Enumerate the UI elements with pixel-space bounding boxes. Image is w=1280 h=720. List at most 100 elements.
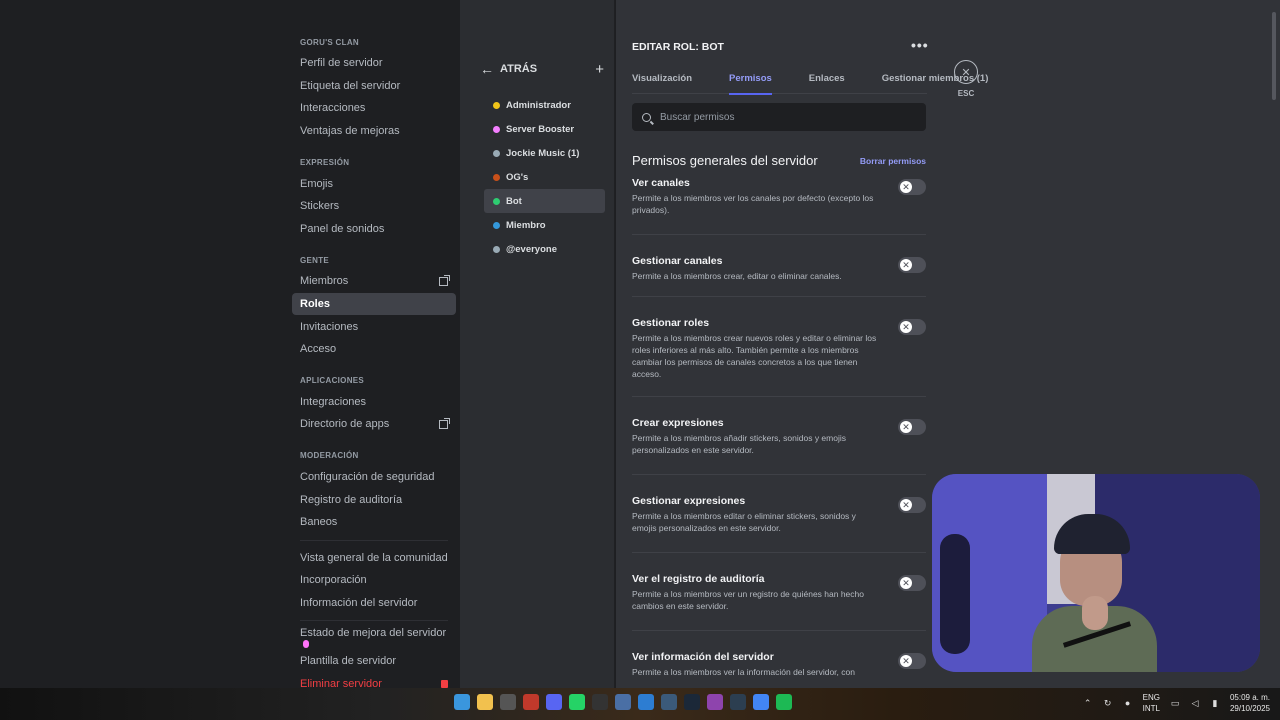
whatsapp-icon[interactable] [569, 694, 585, 710]
language-bottom: INTL [1142, 704, 1160, 713]
permission-toggle[interactable]: ✕ [898, 179, 926, 195]
permission-name: Ver el registro de auditoría [632, 573, 765, 585]
permission-description: Permite a los miembros ver un registro d… [632, 589, 864, 611]
tab-visualizacion[interactable]: Visualización [632, 70, 692, 94]
sidebar-item-plantilla-de-servidor[interactable]: Plantilla de servidor [292, 650, 456, 673]
volume-icon[interactable]: ◁ [1190, 698, 1200, 708]
network-icon[interactable]: ▭ [1170, 698, 1180, 708]
sidebar-item-incorporacion[interactable]: Incorporación [292, 569, 456, 592]
video-app-icon[interactable] [523, 694, 539, 710]
tab-permisos[interactable]: Permisos [729, 70, 772, 95]
clear-permissions-link[interactable]: Borrar permisos [860, 156, 926, 166]
clock[interactable]: 05:09 a. m. 29/10/2025 [1230, 692, 1270, 714]
webcam-person [1032, 514, 1157, 672]
sidebar-item-miembros[interactable]: Miembros [292, 270, 456, 293]
permission-description: Permite a los miembros crear, editar o e… [632, 271, 842, 281]
permission-toggle[interactable]: ✕ [898, 497, 926, 513]
role-name: @everyone [506, 243, 557, 255]
search-bar[interactable] [632, 103, 926, 131]
tab-enlaces[interactable]: Enlaces [809, 70, 845, 94]
search-icon [642, 112, 651, 122]
app-icon[interactable] [730, 694, 746, 710]
role-item-administrador[interactable]: Administrador [484, 93, 605, 117]
sidebar-item-label: Registro de auditoría [300, 493, 403, 506]
webcam-guitar [940, 534, 970, 654]
app-icon[interactable] [615, 694, 631, 710]
sidebar-item-directorio-de-apps[interactable]: Directorio de apps [292, 413, 456, 436]
roles-column: ← ATRÁS + Administrador Server Booster Joc… [460, 0, 615, 688]
sidebar-item-registro-de-auditoria[interactable]: Registro de auditoría [292, 488, 456, 511]
permission-toggle[interactable]: ✕ [898, 319, 926, 335]
role-color-dot [493, 197, 500, 205]
permission-toggle[interactable]: ✕ [898, 257, 926, 273]
sidebar-item-label: Plantilla de servidor [300, 655, 396, 668]
sidebar-item-estado-de-mejora-del-servidor[interactable]: Estado de mejora del servidor [292, 627, 456, 650]
sidebar-item-label: Acceso [300, 343, 337, 356]
permission-description: Permite a los miembros ver la informació… [632, 667, 855, 677]
permission-toggle[interactable]: ✕ [898, 419, 926, 435]
role-item-miembro[interactable]: Miembro [484, 213, 605, 237]
role-item-bot[interactable]: Bot [484, 189, 605, 213]
chevron-up-icon[interactable]: ⌃ [1083, 698, 1093, 708]
permission-toggle[interactable]: ✕ [898, 653, 926, 669]
permission-toggle[interactable]: ✕ [898, 575, 926, 591]
obs-icon[interactable] [592, 694, 608, 710]
arrow-left-icon: ← [480, 61, 494, 77]
sidebar-item-label: Estado de mejora del servidor [300, 626, 447, 639]
toggle-off-icon: ✕ [900, 577, 912, 589]
role-name: Bot [506, 195, 522, 207]
sidebar-item-perfil-de-servidor[interactable]: Perfil de servidor [292, 52, 456, 75]
sidebar-divider [300, 620, 448, 622]
sidebar-item-label: Panel de sonidos [300, 222, 385, 235]
discord-icon[interactable] [546, 694, 562, 710]
chrome-icon[interactable] [500, 694, 516, 710]
windows-start-icon[interactable] [454, 694, 470, 710]
sidebar-item-baneos[interactable]: Baneos [292, 511, 456, 534]
sidebar-item-stickers[interactable]: Stickers [292, 195, 456, 218]
app-icon[interactable] [638, 694, 654, 710]
sidebar-item-configuracion-de-seguridad[interactable]: Configuración de seguridad [292, 466, 456, 489]
file-explorer-icon[interactable] [477, 694, 493, 710]
calculator-icon[interactable] [661, 694, 677, 710]
role-item-server-booster[interactable]: Server Booster [484, 117, 605, 141]
section-title: Permisos generales del servidor [632, 153, 818, 168]
add-role-button[interactable]: + [595, 62, 604, 77]
permission-description: Permite a los miembros ver los canales p… [632, 193, 874, 215]
app-icon[interactable] [707, 694, 723, 710]
sidebar-item-panel-de-sonidos[interactable]: Panel de sonidos [292, 218, 456, 241]
sidebar-item-etiqueta-del-servidor[interactable]: Etiqueta del servidor [292, 75, 456, 98]
settings-sidebar: GORU'S CLAN Perfil de servidor Etiqueta de… [0, 0, 460, 690]
back-button[interactable]: ← ATRÁS [480, 62, 537, 76]
sidebar-item-vista-general-de-la-comunidad[interactable]: Vista general de la comunidad [292, 547, 456, 570]
search-input[interactable] [660, 111, 900, 123]
role-item-jockie-music-1[interactable]: Jockie Music (1) [484, 141, 605, 165]
steam-icon[interactable] [684, 694, 700, 710]
role-item-everyone[interactable]: @everyone [484, 237, 605, 261]
app-icon[interactable] [753, 694, 769, 710]
sidebar-item-acceso[interactable]: Acceso [292, 338, 456, 361]
more-options-button[interactable]: ••• [911, 37, 929, 53]
sidebar-divider [300, 539, 448, 541]
sync-icon[interactable]: ↻ [1103, 698, 1113, 708]
permission-item: Crear expresiones Permite a los miembros … [632, 397, 926, 475]
language-indicator[interactable]: ENG INTL [1143, 692, 1160, 714]
scrollbar[interactable] [1272, 12, 1276, 100]
role-color-dot [493, 245, 500, 253]
clock-time: 05:09 a. m. [1229, 693, 1270, 702]
permission-item: Gestionar canales Permite a los miembros … [632, 235, 926, 297]
tab-gestionar-miembros-1[interactable]: Gestionar miembros (1) [882, 70, 989, 94]
sidebar-item-integraciones[interactable]: Integraciones [292, 391, 456, 414]
role-item-og-s[interactable]: OG's [484, 165, 605, 189]
permission-name: Crear expresiones [632, 417, 724, 429]
sidebar-item-emojis[interactable]: Emojis [292, 172, 456, 195]
sidebar-item-label: Emojis [300, 177, 334, 190]
battery-icon[interactable]: ▮ [1210, 698, 1220, 708]
sidebar-item-informacion-del-servidor[interactable]: Información del servidor [292, 592, 456, 615]
sidebar-item-roles[interactable]: Roles [292, 292, 456, 316]
microphone-icon[interactable]: ● [1123, 698, 1133, 708]
sidebar-item-invitaciones[interactable]: Invitaciones [292, 315, 456, 338]
spotify-icon[interactable] [776, 694, 792, 710]
sidebar-item-interacciones[interactable]: Interacciones [292, 97, 456, 120]
role-name: Jockie Music (1) [506, 147, 580, 159]
sidebar-item-ventajas-de-mejoras[interactable]: Ventajas de mejoras [292, 120, 456, 143]
